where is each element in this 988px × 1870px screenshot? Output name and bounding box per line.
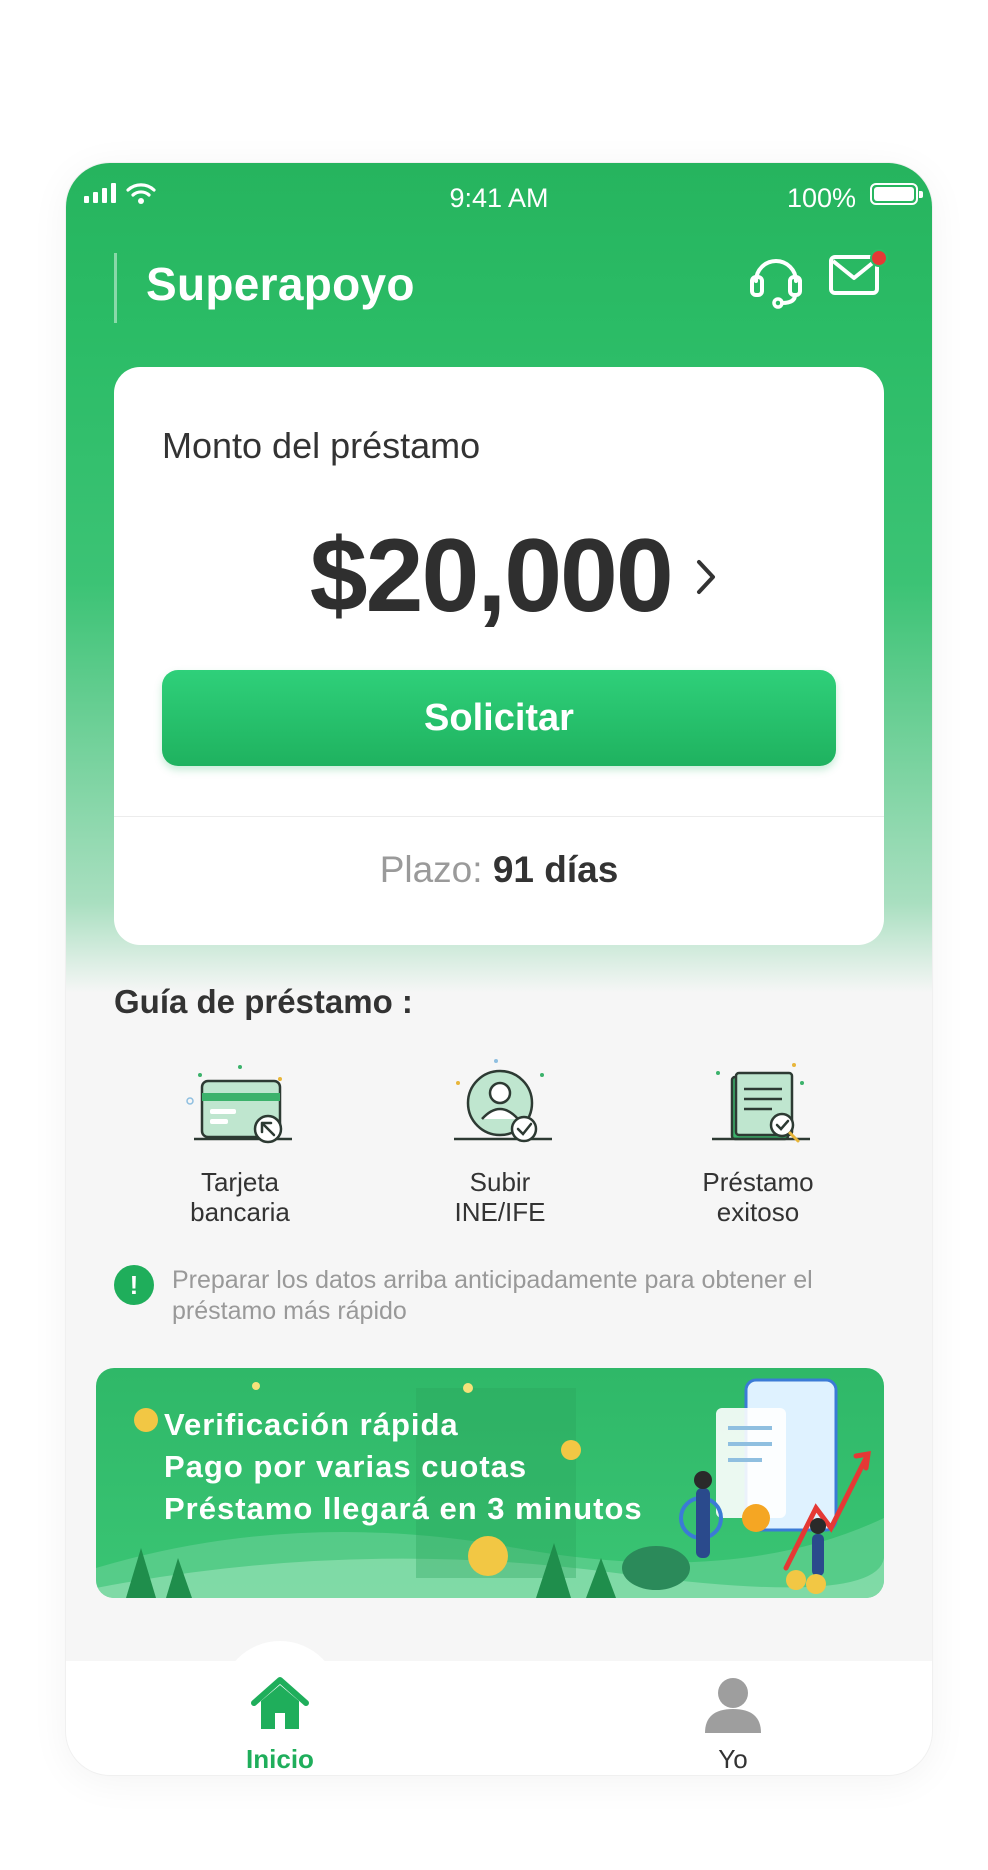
info-icon: !: [114, 1265, 154, 1305]
banner-text: Verificación rápida Pago por varias cuot…: [164, 1404, 643, 1530]
guide-title: Guía de préstamo :: [114, 983, 413, 1020]
guide-step-label: Préstamo exitoso: [702, 1167, 814, 1227]
tab-profile[interactable]: Yo: [653, 1675, 813, 1775]
app-header: Superapoyo: [66, 231, 932, 341]
tip-text: Preparar los datos arriba anticipadament…: [172, 1266, 813, 1325]
headset-icon[interactable]: [748, 249, 804, 309]
phone-screen: 9:41 AM 100% Superapoyo Monto del présta…: [66, 163, 932, 1775]
id-upload-icon: [454, 1059, 552, 1143]
guide-step-bank-card: Tarjeta bancaria: [120, 1053, 360, 1227]
loan-card: Monto del préstamo $20,000 Solicitar Pla…: [114, 367, 884, 945]
amount-selector[interactable]: $20,000: [114, 517, 884, 636]
user-icon: [705, 1678, 761, 1733]
tab-home[interactable]: Inicio: [200, 1675, 360, 1775]
loan-success-icon: [712, 1063, 810, 1143]
apply-button[interactable]: Solicitar: [162, 670, 836, 766]
amount-label: Monto del préstamo: [162, 425, 481, 466]
guide-step-loan-success: Préstamo exitoso: [638, 1053, 878, 1227]
guide-step-label: Subir INE/IFE: [454, 1167, 546, 1227]
loan-amount: $20,000: [309, 518, 674, 634]
card-divider: [114, 816, 884, 817]
guide-step-label: Tarjeta bancaria: [190, 1167, 290, 1227]
term-label: Plazo:: [379, 849, 483, 890]
battery-percent: 100%: [786, 183, 856, 213]
tab-label: Inicio: [246, 1744, 314, 1774]
banner-line: Pago por varias cuotas: [164, 1449, 528, 1484]
term-value: 91 días: [492, 849, 619, 890]
header-divider: [114, 253, 117, 323]
battery-icon: [870, 183, 923, 205]
bank-card-icon: [186, 1065, 292, 1144]
home-icon: [251, 1677, 309, 1729]
tab-label: Yo: [718, 1744, 748, 1774]
banner-line: Préstamo llegará en 3 minutos: [164, 1491, 643, 1526]
status-bar: 9:41 AM 100%: [66, 163, 932, 231]
loan-term: Plazo: 91 días: [114, 849, 884, 891]
app-title: Superapoyo: [146, 258, 415, 310]
promo-banner[interactable]: Verificación rápida Pago por varias cuot…: [96, 1368, 884, 1598]
banner-line: Verificación rápida: [164, 1407, 459, 1442]
chevron-right-icon: [697, 559, 716, 594]
unread-badge: [870, 249, 888, 267]
guide-step-id-upload: Subir INE/IFE: [380, 1053, 620, 1227]
